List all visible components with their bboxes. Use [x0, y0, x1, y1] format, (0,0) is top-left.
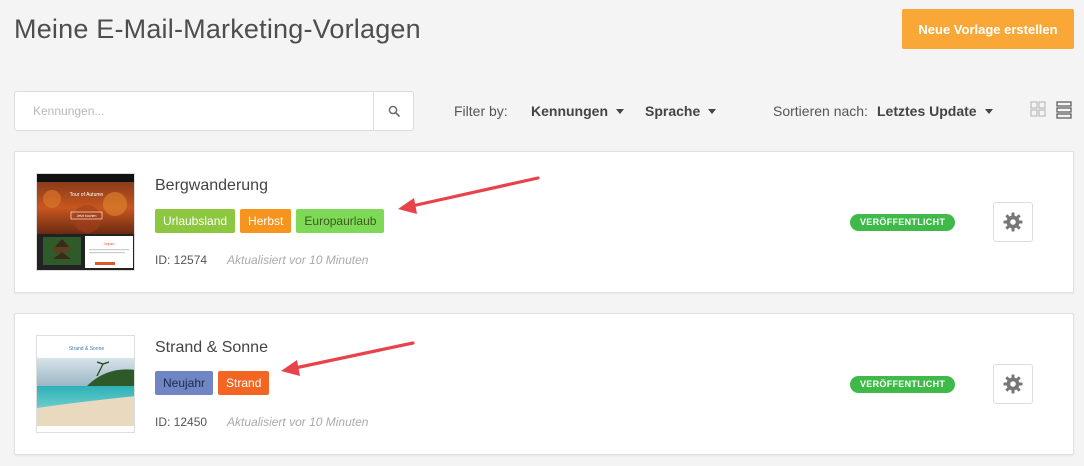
filter-tags-label: Kennungen	[531, 103, 608, 119]
settings-button[interactable]	[993, 364, 1033, 404]
template-meta: ID: 12450 Aktualisiert vor 10 Minuten	[155, 415, 368, 429]
tag[interactable]: Strand	[218, 371, 270, 395]
grid-view-button[interactable]	[1030, 101, 1046, 122]
page-title: Meine E-Mail-Marketing-Vorlagen	[14, 14, 421, 44]
template-id: ID: 12574	[155, 253, 208, 267]
tag[interactable]: Neujahr	[155, 371, 214, 395]
template-name[interactable]: Strand & Sonne	[155, 339, 268, 357]
new-template-button[interactable]: Neue Vorlage erstellen	[902, 9, 1074, 49]
tag-list: Neujahr Strand	[155, 371, 270, 395]
svg-text:Strand & Sonne: Strand & Sonne	[69, 346, 105, 352]
template-thumbnail[interactable]: Tour of Autumn Jetzt buchen Japan	[36, 173, 135, 271]
template-thumbnail[interactable]: Strand & Sonne	[36, 335, 135, 433]
caret-down-icon	[984, 108, 993, 114]
caret-down-icon	[708, 108, 717, 114]
filter-language-dropdown[interactable]: Sprache	[645, 103, 717, 119]
search-button[interactable]	[373, 92, 413, 130]
list-view-button[interactable]	[1056, 101, 1072, 124]
search-box	[14, 91, 414, 131]
template-card[interactable]: Strand & Sonne Strand & Sonne Neujahr St…	[14, 313, 1074, 455]
template-meta: ID: 12574 Aktualisiert vor 10 Minuten	[155, 253, 368, 267]
search-input[interactable]	[15, 92, 373, 130]
tag-list: Urlaubsland Herbst Europaurlaub	[155, 209, 385, 233]
svg-text:Japan: Japan	[104, 241, 115, 246]
filter-tags-dropdown[interactable]: Kennungen	[531, 103, 624, 119]
tag[interactable]: Europaurlaub	[296, 209, 385, 233]
template-updated: Aktualisiert vor 10 Minuten	[227, 415, 369, 429]
svg-text:Jetzt buchen: Jetzt buchen	[77, 214, 97, 218]
settings-button[interactable]	[993, 202, 1033, 242]
template-updated: Aktualisiert vor 10 Minuten	[227, 253, 369, 267]
gear-icon	[1003, 212, 1023, 232]
gear-icon	[1003, 374, 1023, 394]
template-id: ID: 12450	[155, 415, 208, 429]
status-badge: VERÖFFENTLICHT	[850, 376, 956, 393]
status-badge: VERÖFFENTLICHT	[850, 214, 956, 231]
tag[interactable]: Urlaubsland	[155, 209, 236, 233]
filter-label: Filter by:	[454, 103, 508, 119]
thumbnail-image: Strand & Sonne	[37, 336, 134, 432]
grid-view-icon	[1030, 101, 1046, 117]
filter-language-label: Sprache	[645, 103, 701, 119]
template-name[interactable]: Bergwanderung	[155, 177, 268, 195]
sort-label: Sortieren nach:	[773, 103, 868, 119]
caret-down-icon	[616, 108, 624, 114]
template-card[interactable]: Tour of Autumn Jetzt buchen Japan Bergwa…	[14, 151, 1074, 293]
svg-text:Tour of Autumn: Tour of Autumn	[70, 192, 104, 198]
search-icon	[388, 105, 400, 117]
list-view-icon	[1056, 101, 1072, 119]
sort-dropdown[interactable]: Letztes Update	[877, 103, 993, 119]
thumbnail-image: Tour of Autumn Jetzt buchen Japan	[37, 174, 134, 270]
tag[interactable]: Herbst	[240, 209, 292, 233]
sort-value: Letztes Update	[877, 103, 977, 119]
